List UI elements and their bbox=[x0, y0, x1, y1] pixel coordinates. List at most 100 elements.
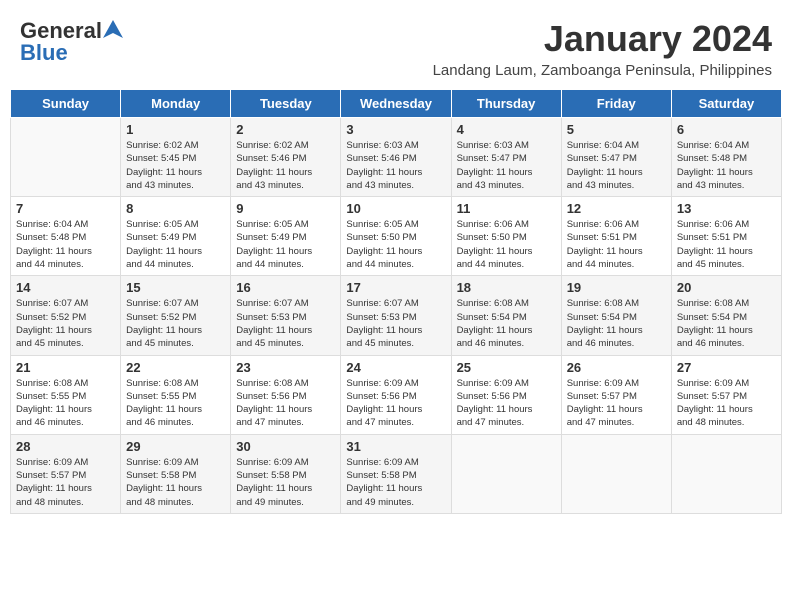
week-row-2: 7 Sunrise: 6:04 AM Sunset: 5:48 PM Daylig… bbox=[11, 197, 782, 276]
page-title: January 2024 bbox=[433, 18, 772, 60]
week-row-4: 21 Sunrise: 6:08 AM Sunset: 5:55 PM Dayli… bbox=[11, 355, 782, 434]
table-row: 29 Sunrise: 6:09 AM Sunset: 5:58 PM Dayli… bbox=[121, 434, 231, 513]
table-row bbox=[671, 434, 781, 513]
day-info: Sunrise: 6:08 AM Sunset: 5:54 PM Dayligh… bbox=[567, 297, 666, 350]
header: General Blue January 2024 Landang Laum, … bbox=[10, 10, 782, 83]
day-header-monday: Monday bbox=[121, 90, 231, 118]
table-row: 13Sunrise: 6:06 AM Sunset: 5:51 PM Dayli… bbox=[671, 197, 781, 276]
table-row: 21 Sunrise: 6:08 AM Sunset: 5:55 PM Dayli… bbox=[11, 355, 121, 434]
day-info: Sunrise: 6:03 AM Sunset: 5:46 PM Dayligh… bbox=[346, 139, 445, 192]
day-number: 21 bbox=[16, 360, 115, 375]
day-number: 19 bbox=[567, 280, 666, 295]
page-subtitle: Landang Laum, Zamboanga Peninsula, Phili… bbox=[433, 62, 772, 79]
day-number: 3 bbox=[346, 122, 445, 137]
table-row: 23Sunrise: 6:08 AM Sunset: 5:56 PM Dayli… bbox=[231, 355, 341, 434]
title-area: January 2024 Landang Laum, Zamboanga Pen… bbox=[433, 18, 772, 79]
week-row-5: 28 Sunrise: 6:09 AM Sunset: 5:57 PM Dayli… bbox=[11, 434, 782, 513]
day-info: Sunrise: 6:09 AM Sunset: 5:57 PM Dayligh… bbox=[16, 456, 115, 509]
day-info: Sunrise: 6:04 AM Sunset: 5:47 PM Dayligh… bbox=[567, 139, 666, 192]
logo-blue: Blue bbox=[20, 40, 68, 66]
day-number: 26 bbox=[567, 360, 666, 375]
day-info: Sunrise: 6:08 AM Sunset: 5:55 PM Dayligh… bbox=[16, 377, 115, 430]
table-row: 22Sunrise: 6:08 AM Sunset: 5:55 PM Dayli… bbox=[121, 355, 231, 434]
table-row: 18 Sunrise: 6:08 AM Sunset: 5:54 PM Dayli… bbox=[451, 276, 561, 355]
calendar-header-row: SundayMondayTuesdayWednesdayThursdayFrid… bbox=[11, 90, 782, 118]
day-info: Sunrise: 6:05 AM Sunset: 5:49 PM Dayligh… bbox=[126, 218, 225, 271]
table-row: 19 Sunrise: 6:08 AM Sunset: 5:54 PM Dayli… bbox=[561, 276, 671, 355]
day-header-friday: Friday bbox=[561, 90, 671, 118]
day-number: 7 bbox=[16, 201, 115, 216]
day-info: Sunrise: 6:06 AM Sunset: 5:51 PM Dayligh… bbox=[677, 218, 776, 271]
table-row: 30Sunrise: 6:09 AM Sunset: 5:58 PM Dayli… bbox=[231, 434, 341, 513]
day-info: Sunrise: 6:05 AM Sunset: 5:50 PM Dayligh… bbox=[346, 218, 445, 271]
table-row: 20 Sunrise: 6:08 AM Sunset: 5:54 PM Dayli… bbox=[671, 276, 781, 355]
day-number: 1 bbox=[126, 122, 225, 137]
day-number: 31 bbox=[346, 439, 445, 454]
day-info: Sunrise: 6:08 AM Sunset: 5:54 PM Dayligh… bbox=[677, 297, 776, 350]
day-info: Sunrise: 6:09 AM Sunset: 5:56 PM Dayligh… bbox=[346, 377, 445, 430]
day-info: Sunrise: 6:08 AM Sunset: 5:55 PM Dayligh… bbox=[126, 377, 225, 430]
day-number: 4 bbox=[457, 122, 556, 137]
day-number: 23 bbox=[236, 360, 335, 375]
day-info: Sunrise: 6:07 AM Sunset: 5:52 PM Dayligh… bbox=[16, 297, 115, 350]
table-row: 2Sunrise: 6:02 AM Sunset: 5:46 PM Daylig… bbox=[231, 118, 341, 197]
day-number: 15 bbox=[126, 280, 225, 295]
week-row-1: 1 Sunrise: 6:02 AM Sunset: 5:45 PM Daylig… bbox=[11, 118, 782, 197]
table-row: 26Sunrise: 6:09 AM Sunset: 5:57 PM Dayli… bbox=[561, 355, 671, 434]
table-row: 17Sunrise: 6:07 AM Sunset: 5:53 PM Dayli… bbox=[341, 276, 451, 355]
day-number: 12 bbox=[567, 201, 666, 216]
day-number: 5 bbox=[567, 122, 666, 137]
day-number: 24 bbox=[346, 360, 445, 375]
table-row: 24 Sunrise: 6:09 AM Sunset: 5:56 PM Dayli… bbox=[341, 355, 451, 434]
table-row: 5 Sunrise: 6:04 AM Sunset: 5:47 PM Daylig… bbox=[561, 118, 671, 197]
day-header-saturday: Saturday bbox=[671, 90, 781, 118]
day-number: 18 bbox=[457, 280, 556, 295]
logo: General Blue bbox=[20, 18, 124, 66]
table-row: 15 Sunrise: 6:07 AM Sunset: 5:52 PM Dayli… bbox=[121, 276, 231, 355]
day-info: Sunrise: 6:03 AM Sunset: 5:47 PM Dayligh… bbox=[457, 139, 556, 192]
table-row: 27 Sunrise: 6:09 AM Sunset: 5:57 PM Dayli… bbox=[671, 355, 781, 434]
day-number: 2 bbox=[236, 122, 335, 137]
table-row: 6 Sunrise: 6:04 AM Sunset: 5:48 PM Daylig… bbox=[671, 118, 781, 197]
day-header-wednesday: Wednesday bbox=[341, 90, 451, 118]
day-number: 10 bbox=[346, 201, 445, 216]
day-info: Sunrise: 6:08 AM Sunset: 5:54 PM Dayligh… bbox=[457, 297, 556, 350]
calendar-table: SundayMondayTuesdayWednesdayThursdayFrid… bbox=[10, 89, 782, 514]
day-info: Sunrise: 6:09 AM Sunset: 5:58 PM Dayligh… bbox=[346, 456, 445, 509]
day-number: 27 bbox=[677, 360, 776, 375]
table-row: 25Sunrise: 6:09 AM Sunset: 5:56 PM Dayli… bbox=[451, 355, 561, 434]
day-number: 8 bbox=[126, 201, 225, 216]
table-row: 3 Sunrise: 6:03 AM Sunset: 5:46 PM Daylig… bbox=[341, 118, 451, 197]
day-number: 28 bbox=[16, 439, 115, 454]
table-row: 1 Sunrise: 6:02 AM Sunset: 5:45 PM Daylig… bbox=[121, 118, 231, 197]
day-number: 6 bbox=[677, 122, 776, 137]
day-number: 25 bbox=[457, 360, 556, 375]
table-row bbox=[561, 434, 671, 513]
day-info: Sunrise: 6:06 AM Sunset: 5:51 PM Dayligh… bbox=[567, 218, 666, 271]
day-info: Sunrise: 6:09 AM Sunset: 5:58 PM Dayligh… bbox=[126, 456, 225, 509]
week-row-3: 14 Sunrise: 6:07 AM Sunset: 5:52 PM Dayli… bbox=[11, 276, 782, 355]
day-number: 9 bbox=[236, 201, 335, 216]
day-info: Sunrise: 6:07 AM Sunset: 5:52 PM Dayligh… bbox=[126, 297, 225, 350]
table-row: 4 Sunrise: 6:03 AM Sunset: 5:47 PM Daylig… bbox=[451, 118, 561, 197]
day-header-sunday: Sunday bbox=[11, 90, 121, 118]
day-number: 20 bbox=[677, 280, 776, 295]
day-number: 16 bbox=[236, 280, 335, 295]
day-info: Sunrise: 6:04 AM Sunset: 5:48 PM Dayligh… bbox=[677, 139, 776, 192]
day-number: 11 bbox=[457, 201, 556, 216]
day-header-tuesday: Tuesday bbox=[231, 90, 341, 118]
table-row: 14 Sunrise: 6:07 AM Sunset: 5:52 PM Dayli… bbox=[11, 276, 121, 355]
day-info: Sunrise: 6:09 AM Sunset: 5:57 PM Dayligh… bbox=[677, 377, 776, 430]
table-row bbox=[11, 118, 121, 197]
table-row: 10 Sunrise: 6:05 AM Sunset: 5:50 PM Dayli… bbox=[341, 197, 451, 276]
day-number: 29 bbox=[126, 439, 225, 454]
day-info: Sunrise: 6:02 AM Sunset: 5:45 PM Dayligh… bbox=[126, 139, 225, 192]
table-row: 16Sunrise: 6:07 AM Sunset: 5:53 PM Dayli… bbox=[231, 276, 341, 355]
day-number: 30 bbox=[236, 439, 335, 454]
table-row bbox=[451, 434, 561, 513]
table-row: 12 Sunrise: 6:06 AM Sunset: 5:51 PM Dayli… bbox=[561, 197, 671, 276]
day-number: 14 bbox=[16, 280, 115, 295]
day-header-thursday: Thursday bbox=[451, 90, 561, 118]
day-number: 17 bbox=[346, 280, 445, 295]
day-info: Sunrise: 6:04 AM Sunset: 5:48 PM Dayligh… bbox=[16, 218, 115, 271]
